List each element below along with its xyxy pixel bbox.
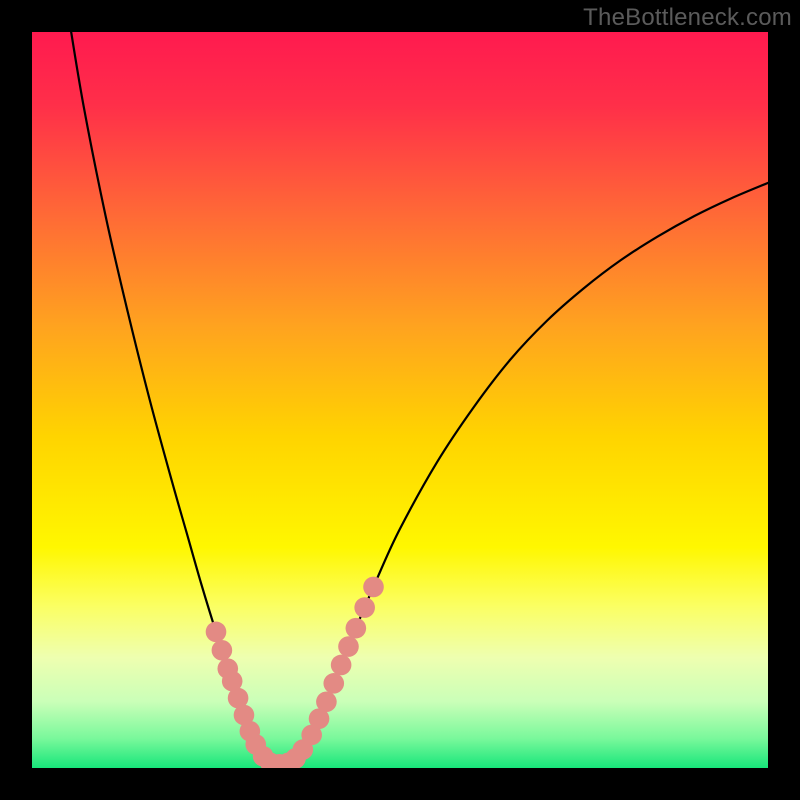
- chart-plot-area: [32, 32, 768, 768]
- chart-frame: TheBottleneck.com: [0, 0, 800, 800]
- curve-marker: [212, 640, 233, 661]
- curve-marker: [338, 636, 359, 657]
- curve-marker: [354, 597, 375, 618]
- watermark-text: TheBottleneck.com: [583, 4, 792, 32]
- curve-marker: [363, 577, 384, 598]
- curve-marker: [206, 622, 227, 643]
- chart-background: [32, 32, 768, 768]
- chart-svg: [32, 32, 768, 768]
- curve-marker: [323, 673, 344, 694]
- curve-marker: [331, 655, 352, 676]
- curve-marker: [346, 618, 367, 639]
- curve-marker: [316, 691, 337, 712]
